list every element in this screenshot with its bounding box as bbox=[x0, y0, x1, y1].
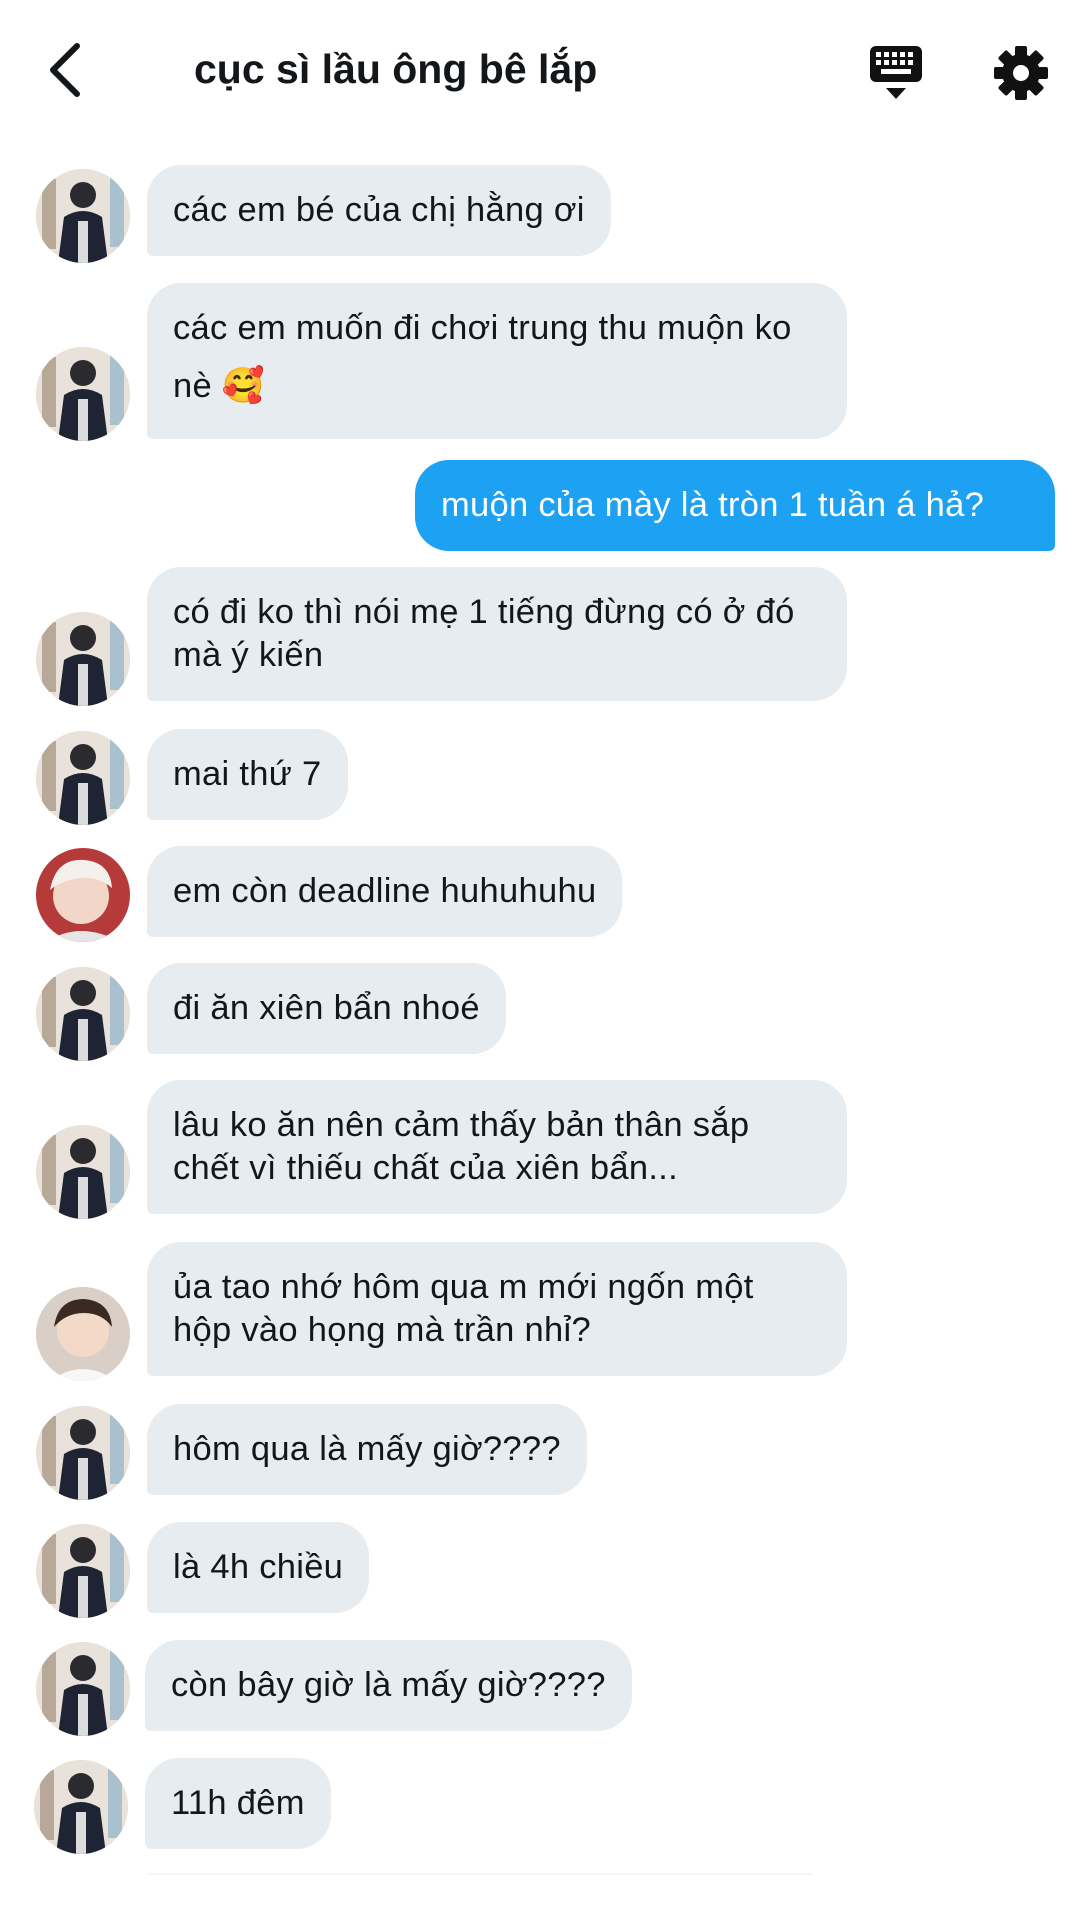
child-avatar-icon bbox=[36, 1287, 130, 1381]
chat-header: cục sì lầu ông bê lắp bbox=[0, 0, 1080, 140]
avatar[interactable] bbox=[36, 848, 130, 942]
message-bubble[interactable]: mai thứ 7 bbox=[147, 729, 348, 820]
message-bubble[interactable]: 11h đêm bbox=[145, 1758, 331, 1849]
message-bubble-outgoing[interactable]: muộn của mày là tròn 1 tuần á hả? bbox=[415, 460, 1055, 551]
message-bubble[interactable]: còn bây giờ là mấy giờ???? bbox=[145, 1640, 632, 1731]
keyboard-icon bbox=[870, 46, 922, 99]
avatar[interactable] bbox=[36, 1524, 130, 1618]
message-bubble[interactable]: có đi ko thì nói mẹ 1 tiếng đừng có ở đó… bbox=[147, 567, 847, 701]
person-avatar-icon bbox=[36, 1524, 130, 1618]
avatar[interactable] bbox=[36, 347, 130, 441]
avatar[interactable] bbox=[36, 1642, 130, 1736]
message-bubble[interactable]: đi ăn xiên bẩn nhoé bbox=[147, 963, 506, 1054]
blonde-person-avatar-icon bbox=[36, 848, 130, 942]
person-avatar-icon bbox=[34, 1760, 128, 1854]
gear-icon bbox=[994, 46, 1048, 100]
avatar[interactable] bbox=[36, 169, 130, 263]
avatar[interactable] bbox=[36, 1406, 130, 1500]
message-bubble[interactable]: các em bé của chị hằng ơi bbox=[147, 165, 611, 256]
person-avatar-icon bbox=[36, 731, 130, 825]
avatar[interactable] bbox=[34, 1760, 128, 1854]
chevron-left-icon bbox=[50, 43, 80, 97]
avatar[interactable] bbox=[36, 967, 130, 1061]
person-avatar-icon bbox=[36, 1125, 130, 1219]
person-avatar-icon bbox=[36, 169, 130, 263]
avatar[interactable] bbox=[36, 612, 130, 706]
person-avatar-icon bbox=[36, 347, 130, 441]
message-bubble[interactable]: hôm qua là mấy giờ???? bbox=[147, 1404, 587, 1495]
person-avatar-icon bbox=[36, 1642, 130, 1736]
person-avatar-icon bbox=[36, 967, 130, 1061]
message-bubble[interactable]: là 4h chiều bbox=[147, 1522, 370, 1613]
back-button[interactable] bbox=[40, 40, 90, 100]
message-bubble[interactable]: lâu ko ăn nên cảm thấy bản thân sắp chết… bbox=[147, 1080, 847, 1214]
avatar[interactable] bbox=[36, 731, 130, 825]
message-bubble[interactable]: em còn deadline huhuhuhu bbox=[147, 846, 623, 937]
person-avatar-icon bbox=[36, 1406, 130, 1500]
divider bbox=[147, 1873, 812, 1875]
settings-button[interactable] bbox=[992, 44, 1050, 102]
message-bubble[interactable]: các em muốn đi chơi trung thu muộn ko nè… bbox=[147, 283, 847, 439]
person-avatar-icon bbox=[36, 612, 130, 706]
keyboard-button[interactable] bbox=[868, 44, 924, 102]
avatar[interactable] bbox=[36, 1287, 130, 1381]
message-bubble[interactable]: ủa tao nhớ hôm qua m mới ngốn một hộp và… bbox=[147, 1242, 847, 1376]
avatar[interactable] bbox=[36, 1125, 130, 1219]
conversation-title: cục sì lầu ông bê lắp bbox=[194, 46, 598, 92]
